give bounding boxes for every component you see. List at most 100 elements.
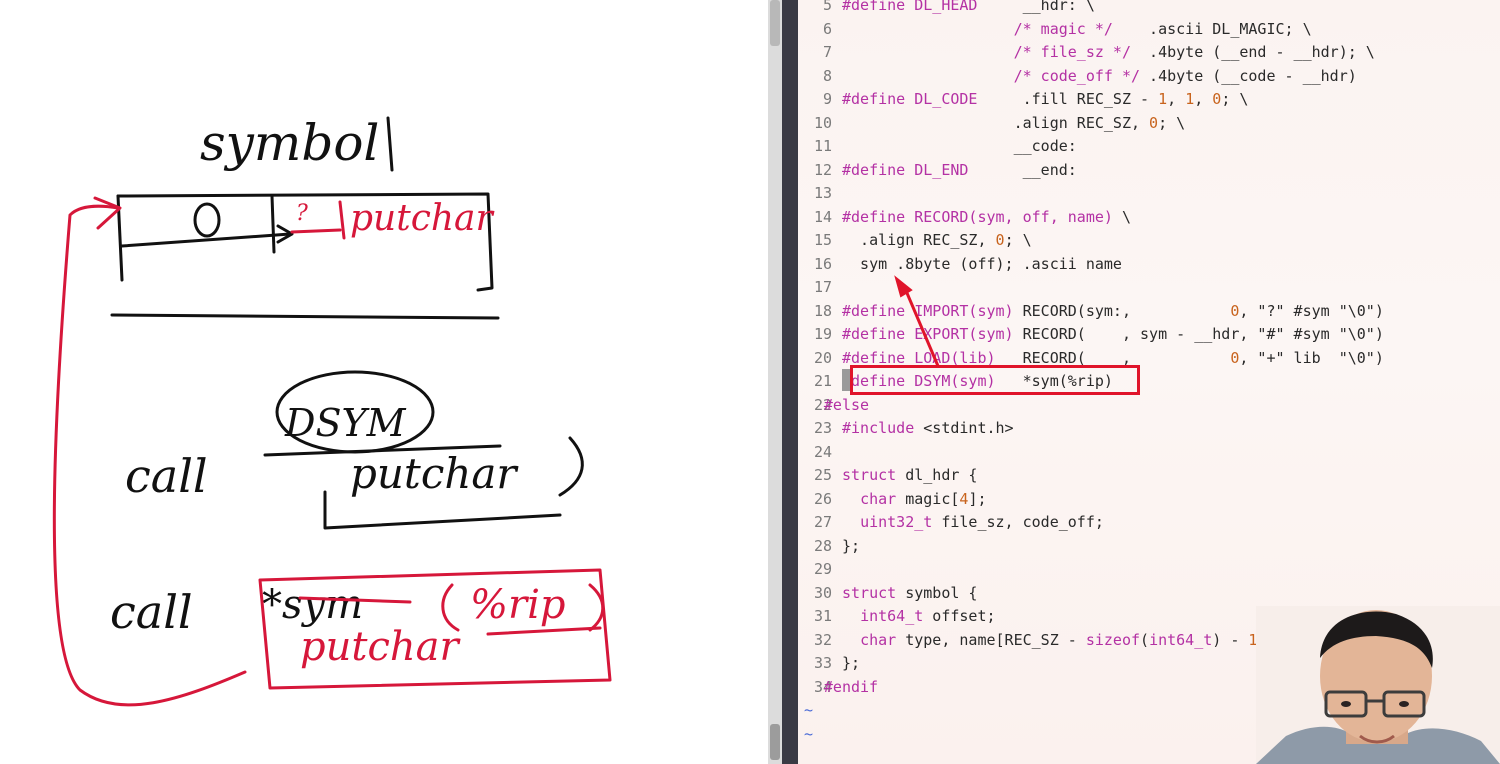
- code-token: };: [842, 536, 861, 555]
- call2-label: call: [110, 585, 193, 639]
- code-token: uint32_t: [860, 513, 933, 531]
- code-line[interactable]: 12 #define DL_END __end:: [798, 159, 1500, 182]
- line-number: 28: [813, 536, 832, 555]
- code-line[interactable]: 16 sym .8byte (off); .ascii name: [798, 253, 1500, 276]
- record-putchar: putchar: [350, 198, 495, 239]
- code-text[interactable]: };: [842, 535, 860, 558]
- code-line[interactable]: 8 /* code_off */ .4byte (__code - __hdr): [798, 65, 1500, 88]
- code-text[interactable]: .align REC_SZ, 0; \: [842, 229, 1032, 252]
- code-text[interactable]: #define RECORD(sym, off, name) \: [842, 206, 1131, 229]
- code-token: file_sz, code_off;: [932, 513, 1104, 531]
- code-line[interactable]: 23 #include <stdint.h>: [798, 417, 1500, 440]
- code-text[interactable]: #endif: [824, 676, 878, 699]
- code-line[interactable]: 11 __code:: [798, 135, 1500, 158]
- record-question: ?: [296, 201, 308, 226]
- code-line[interactable]: 9 #define DL_CODE .fill REC_SZ - 1, 1, 0;…: [798, 88, 1500, 111]
- code-line[interactable]: 10 .align REC_SZ, 0; \: [798, 112, 1500, 135]
- code-text[interactable]: #define DL_END __end:: [842, 159, 1077, 182]
- line-number: 29: [813, 560, 832, 578]
- code-text[interactable]: struct dl_hdr {: [842, 464, 977, 487]
- code-token: , "?" #sym "\0"): [1239, 301, 1384, 320]
- code-token: RECORD(sym:,: [1013, 301, 1231, 320]
- code-token: #define IMPORT(sym): [842, 301, 1014, 320]
- code-token: #include: [842, 419, 915, 437]
- code-token: int64_t: [860, 607, 924, 625]
- code-text[interactable]: };: [842, 652, 860, 675]
- code-line[interactable]: 6 /* magic */ .ascii DL_MAGIC; \: [798, 18, 1500, 41]
- code-token: , "+" lib "\0"): [1239, 348, 1384, 367]
- call2-putchar: putchar: [300, 624, 461, 670]
- code-line[interactable]: 15 .align REC_SZ, 0; \: [798, 229, 1500, 252]
- code-token: __hdr: \: [977, 0, 1095, 14]
- record-box-bottom: [110, 313, 500, 320]
- code-text[interactable]: #define DL_HEAD __hdr: \: [842, 0, 1095, 17]
- code-text[interactable]: char magic[4];: [842, 488, 986, 511]
- symbol-heading: symbol: [200, 114, 379, 172]
- code-token: ; \: [1158, 113, 1186, 132]
- code-text[interactable]: #define DL_CODE .fill REC_SZ - 1, 1, 0; …: [842, 88, 1248, 111]
- line-number: 5: [822, 0, 832, 14]
- code-token: sym .8byte (off); .ascii name: [842, 254, 1122, 273]
- code-token: .4byte (__end - __hdr); \: [1131, 43, 1375, 61]
- code-token: 0: [995, 231, 1005, 249]
- code-token: /* magic */: [1013, 19, 1113, 38]
- line-number: 18: [813, 301, 832, 320]
- code-text[interactable]: #define EXPORT(sym) RECORD( , sym - __hd…: [842, 323, 1384, 346]
- code-text[interactable]: /* code_off */ .4byte (__code - __hdr): [842, 65, 1357, 88]
- code-text[interactable]: /* magic */ .ascii DL_MAGIC; \: [842, 18, 1312, 41]
- code-line[interactable]: 26 char magic[4];: [798, 488, 1500, 511]
- line-number: 32: [813, 630, 832, 649]
- code-text[interactable]: #include <stdint.h>: [842, 417, 1014, 440]
- code-line[interactable]: 13: [798, 182, 1500, 205]
- code-line[interactable]: 28};: [798, 535, 1500, 558]
- code-line[interactable]: 18 #define IMPORT(sym) RECORD(sym:, 0, "?…: [798, 300, 1500, 323]
- code-token: RECORD( ,: [995, 348, 1231, 367]
- code-token: #define LOAD(lib): [842, 348, 996, 367]
- code-line[interactable]: 30 struct symbol {: [798, 582, 1500, 605]
- code-token: 1: [1158, 90, 1168, 108]
- line-number: 7: [822, 43, 832, 61]
- code-token: <stdint.h>: [914, 419, 1014, 437]
- code-text[interactable]: #else: [824, 394, 869, 417]
- code-token: .4byte (__code - __hdr): [1140, 66, 1357, 85]
- code-token: .fill REC_SZ -: [977, 90, 1159, 108]
- code-token: ,: [1167, 90, 1186, 108]
- scroll-thumb-bottom[interactable]: [770, 724, 780, 760]
- record-red-divider: [338, 200, 346, 240]
- code-line[interactable]: 14 #define RECORD(sym, off, name) \: [798, 206, 1500, 229]
- line-number: 30: [813, 583, 832, 602]
- code-text[interactable]: .align REC_SZ, 0; \: [842, 112, 1186, 135]
- code-token: #define EXPORT(sym): [842, 325, 1014, 343]
- code-text[interactable]: struct symbol {: [842, 582, 977, 605]
- code-text[interactable]: #define IMPORT(sym) RECORD(sym:, 0, "?" …: [842, 300, 1384, 323]
- code-line[interactable]: 17: [798, 276, 1500, 299]
- code-line[interactable]: 29: [798, 558, 1500, 581]
- code-token: offset;: [923, 607, 996, 625]
- code-line[interactable]: 27 uint32_t file_sz, code_off;: [798, 511, 1500, 534]
- code-line[interactable]: 7 /* file_sz */ .4byte (__end - __hdr); …: [798, 41, 1500, 64]
- record-zero: [193, 202, 221, 238]
- code-text[interactable]: int64_t offset;: [842, 605, 996, 628]
- code-text[interactable]: uint32_t file_sz, code_off;: [842, 511, 1104, 534]
- code-line[interactable]: 5 #define DL_HEAD __hdr: \: [798, 0, 1500, 17]
- scroll-thumb[interactable]: [770, 0, 780, 46]
- line-number: 23: [813, 419, 832, 437]
- code-text[interactable]: /* file_sz */ .4byte (__end - __hdr); \: [842, 41, 1375, 64]
- code-line[interactable]: 24: [798, 441, 1500, 464]
- code-line[interactable]: 19 #define EXPORT(sym) RECORD( , sym - __…: [798, 323, 1500, 346]
- code-text[interactable]: sym .8byte (off); .ascii name: [842, 253, 1122, 276]
- tilde-marker: ~: [804, 724, 814, 743]
- code-line[interactable]: 25 struct dl_hdr {: [798, 464, 1500, 487]
- line-number: 21: [813, 372, 832, 390]
- heading-stroke: [386, 116, 394, 172]
- code-text[interactable]: char type, name[REC_SZ - sizeof(int64_t)…: [842, 629, 1275, 652]
- code-line[interactable]: 22 #else: [798, 394, 1500, 417]
- scrollbar[interactable]: [768, 0, 782, 764]
- code-token: .align REC_SZ,: [842, 231, 996, 249]
- code-text[interactable]: __code:: [842, 135, 1077, 158]
- dsym-highlight-box: [850, 365, 1140, 395]
- call1-putchar: putchar: [350, 449, 519, 498]
